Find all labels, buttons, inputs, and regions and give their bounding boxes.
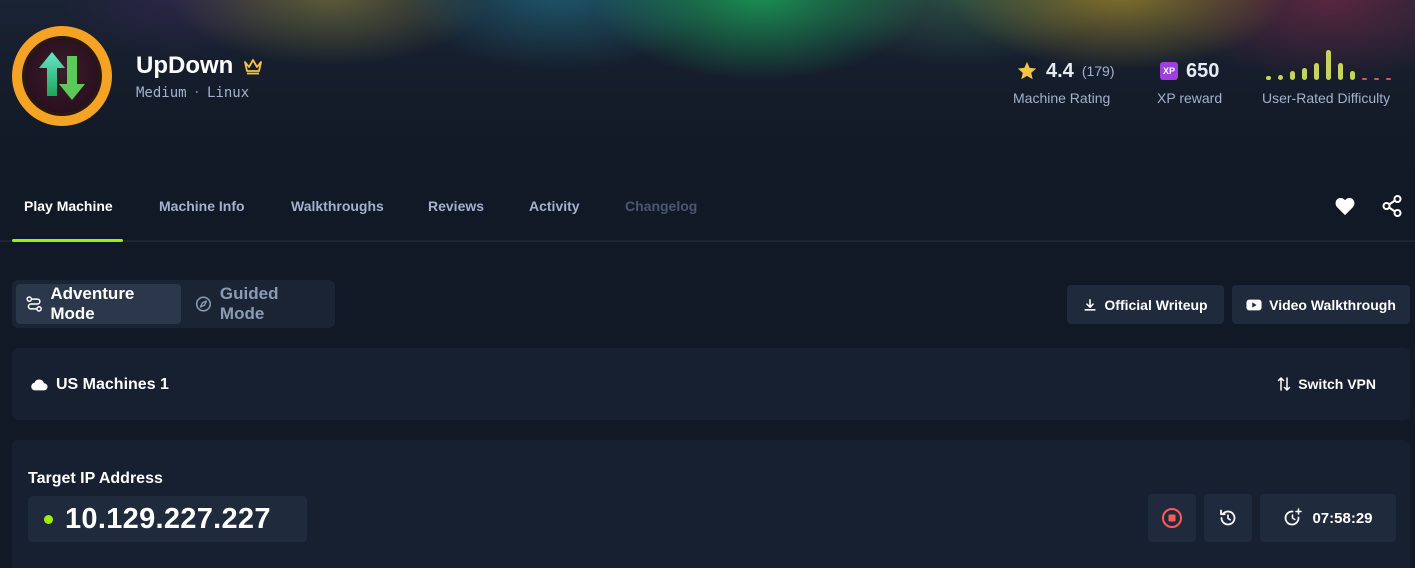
rating-label: Machine Rating: [1013, 90, 1111, 106]
switch-vpn-label: Switch VPN: [1298, 376, 1376, 392]
machine-logo: [12, 26, 112, 126]
tab-changelog: Changelog: [625, 198, 698, 214]
xp-reward-stat: XP 650 XP reward: [1157, 58, 1223, 107]
youtube-icon: [1246, 299, 1262, 310]
reset-machine-button[interactable]: [1204, 494, 1252, 542]
difficulty-bar: [1374, 78, 1379, 80]
tab-machine-info[interactable]: Machine Info: [159, 198, 245, 214]
online-status-dot: [44, 514, 53, 524]
video-walkthrough-button[interactable]: Video Walkthrough: [1232, 285, 1410, 324]
difficulty-bar: [1278, 75, 1283, 80]
vpn-server-name: US Machines 1: [56, 376, 169, 393]
cloud-icon: [31, 379, 48, 391]
machine-rating-stat: 4.4 (179) Machine Rating: [1013, 58, 1115, 107]
difficulty-label: User-Rated Difficulty: [1262, 90, 1391, 106]
download-icon: [1084, 298, 1096, 311]
star-icon: [1017, 61, 1037, 80]
target-ip-value: 10.129.227.227: [65, 502, 271, 535]
xp-label: XP reward: [1157, 90, 1223, 106]
vpn-server: US Machines 1: [30, 376, 169, 394]
user-difficulty-stat: User-Rated Difficulty: [1262, 50, 1391, 106]
crown-icon: [244, 59, 263, 75]
difficulty-bar: [1290, 71, 1295, 80]
difficulty-text: Medium: [136, 85, 187, 101]
timer-value: 07:58:29: [1312, 509, 1373, 527]
switch-arrows-icon: [1277, 377, 1291, 391]
difficulty-bar: [1302, 68, 1307, 80]
rating-value: 4.4: [1046, 59, 1074, 82]
difficulty-bar: [1338, 63, 1343, 80]
heart-icon: [1335, 197, 1355, 216]
vpn-panel: US Machines 1 Switch VPN: [12, 348, 1410, 420]
guided-mode-button[interactable]: Guided Mode: [185, 284, 331, 324]
rating-count: (179): [1081, 63, 1115, 79]
difficulty-chart: [1266, 50, 1391, 80]
switch-vpn-button[interactable]: Switch VPN: [1277, 376, 1376, 392]
difficulty-bar: [1350, 71, 1355, 80]
stop-machine-button[interactable]: [1148, 494, 1196, 542]
stop-icon: [1162, 508, 1182, 528]
target-ip-label: Target IP Address: [28, 470, 163, 487]
adventure-mode-button[interactable]: Adventure Mode: [16, 284, 181, 324]
mode-toggle: Adventure Mode Guided Mode: [12, 280, 335, 328]
xp-value: 650: [1186, 59, 1220, 82]
timer-plus-icon: [1285, 508, 1303, 526]
os-text: Linux: [207, 85, 250, 101]
route-icon: [26, 296, 42, 312]
tab-play-machine[interactable]: Play Machine: [24, 198, 113, 214]
target-ip-box[interactable]: 10.129.227.227: [28, 496, 307, 542]
difficulty-bar: [1314, 63, 1319, 80]
difficulty-bar: [1266, 76, 1271, 80]
adventure-mode-label: Adventure Mode: [50, 284, 135, 323]
official-writeup-button[interactable]: Official Writeup: [1067, 285, 1224, 324]
tab-walkthroughs[interactable]: Walkthroughs: [291, 198, 384, 214]
active-tab-indicator: [12, 239, 123, 242]
difficulty-bar: [1326, 50, 1331, 80]
machine-title: UpDown: [136, 52, 263, 80]
official-writeup-label: Official Writeup: [1104, 296, 1208, 313]
compass-icon: [195, 296, 211, 312]
guided-mode-label: Guided Mode: [219, 284, 279, 323]
difficulty-bar: [1386, 78, 1391, 80]
machine-name: UpDown: [136, 52, 234, 79]
tab-activity[interactable]: Activity: [529, 198, 580, 214]
reset-icon: [1220, 509, 1236, 526]
share-icon: [1382, 195, 1402, 217]
meta-separator: ·: [192, 85, 202, 101]
xp-icon: XP: [1160, 62, 1178, 80]
video-walkthrough-label: Video Walkthrough: [1269, 296, 1396, 313]
tab-reviews[interactable]: Reviews: [428, 198, 484, 214]
difficulty-bar: [1362, 78, 1367, 80]
extend-time-button[interactable]: 07:58:29: [1260, 494, 1396, 542]
target-panel: Target IP Address 10.129.227.227 07:58:2…: [12, 440, 1410, 568]
updown-arrows-icon: [39, 52, 85, 100]
favorite-button[interactable]: [1333, 194, 1357, 218]
tab-bar: Play Machine Machine Info Walkthroughs R…: [0, 170, 1415, 242]
machine-meta: Medium · Linux: [136, 85, 249, 101]
share-button[interactable]: [1380, 194, 1404, 218]
